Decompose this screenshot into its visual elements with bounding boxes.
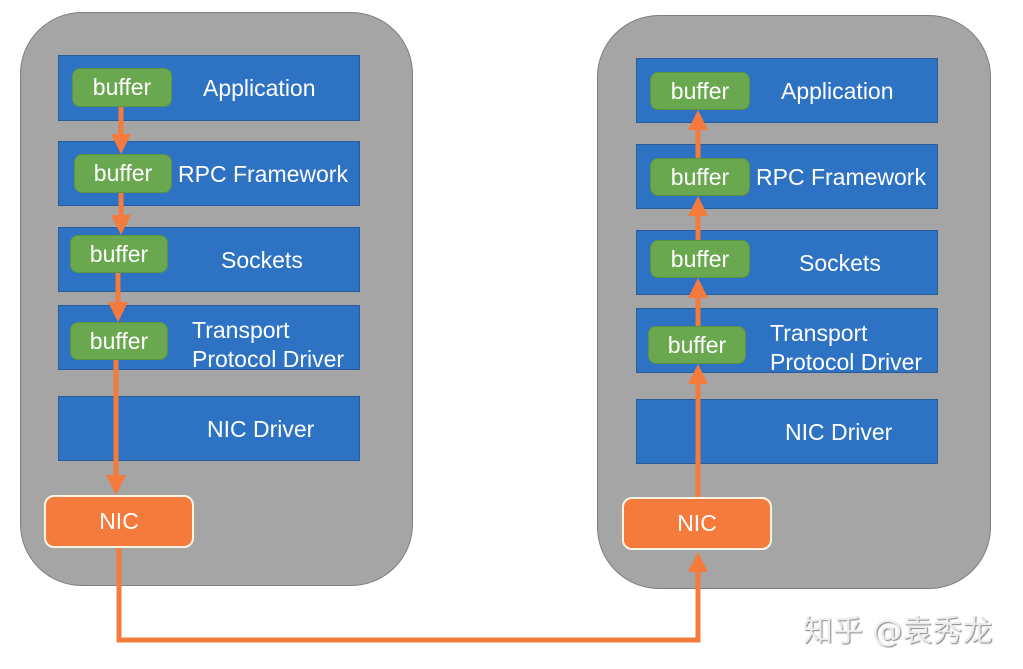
watermark: 知乎 @袁秀龙 <box>803 614 993 649</box>
network-link-arrow <box>116 548 708 643</box>
data-flow-arrows <box>106 107 708 643</box>
